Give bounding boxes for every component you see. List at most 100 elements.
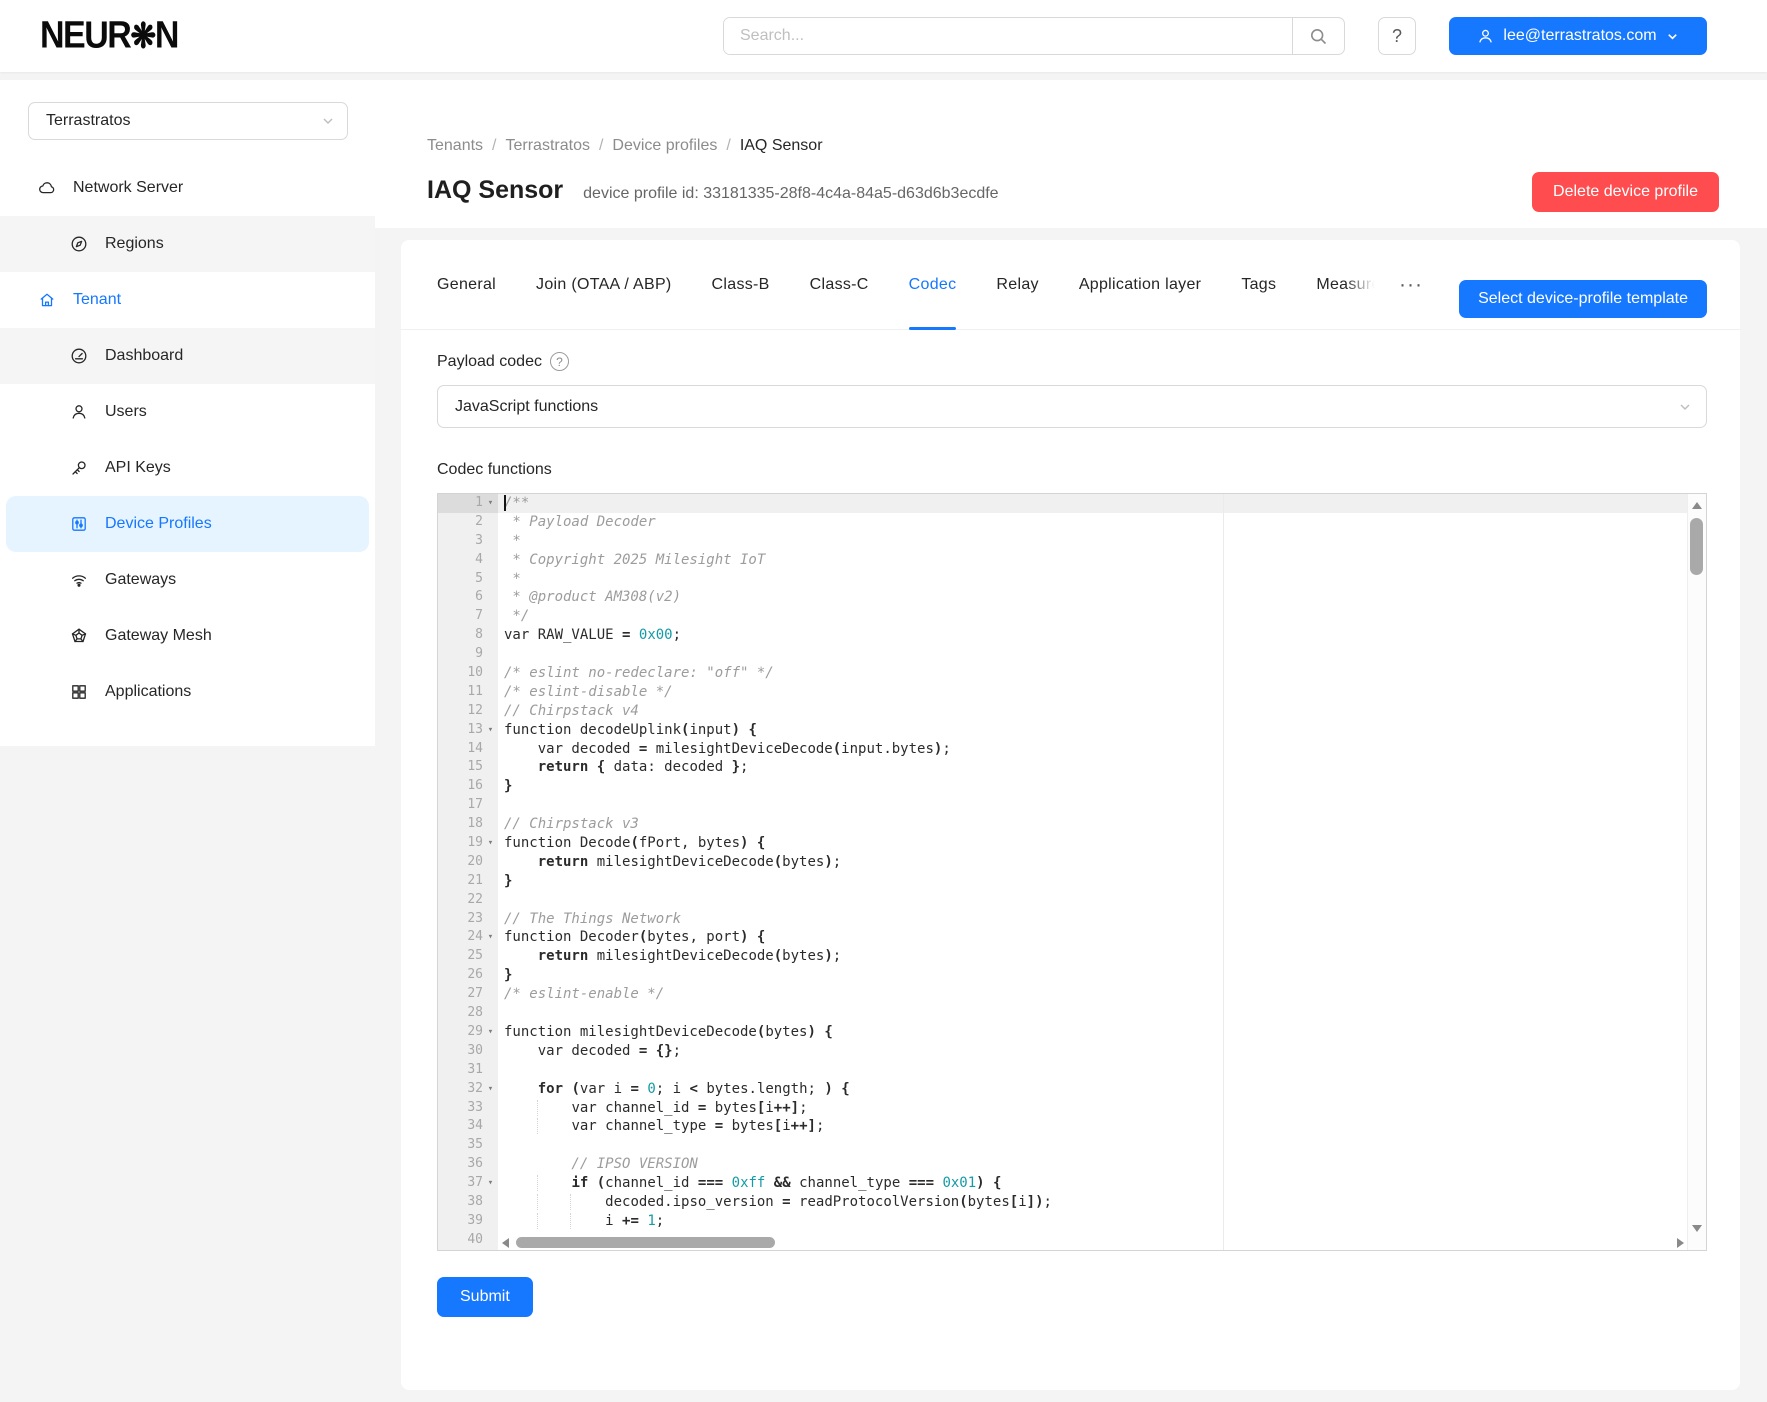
vertical-scrollbar[interactable]: [1687, 494, 1706, 1250]
sidebar-item-network-server[interactable]: Network Server: [0, 160, 375, 216]
fold-toggle-icon[interactable]: ▾: [483, 1023, 498, 1042]
tab-measurements[interactable]: Measurements: [1316, 240, 1385, 330]
tab-join-otaa-abp[interactable]: Join (OTAA / ABP): [536, 240, 672, 330]
sidebar-item-applications[interactable]: Applications: [0, 664, 375, 720]
fold-toggle-icon[interactable]: ▾: [483, 834, 498, 853]
code-line[interactable]: // The Things Network: [498, 910, 1706, 929]
code-line[interactable]: decoded.ipso_version = readProtocolVersi…: [498, 1193, 1706, 1212]
code-line[interactable]: * Payload Decoder: [498, 513, 1706, 532]
delete-device-profile-button[interactable]: Delete device profile: [1532, 172, 1719, 212]
code-line[interactable]: [498, 891, 1706, 910]
sidebar-item-tenant[interactable]: Tenant: [0, 272, 375, 328]
question-circle-icon[interactable]: ?: [550, 352, 569, 371]
breadcrumb-item-tenants[interactable]: Tenants: [427, 137, 483, 154]
code-line[interactable]: [498, 645, 1706, 664]
code-line[interactable]: for (var i = 0; i < bytes.length; ) {: [498, 1080, 1706, 1099]
scroll-left-arrow[interactable]: [502, 1238, 509, 1248]
sidebar-item-users[interactable]: Users: [0, 384, 375, 440]
code-line[interactable]: var RAW_VALUE = 0x00;: [498, 626, 1706, 645]
code-line[interactable]: * @product AM308(v2): [498, 588, 1706, 607]
v-scrollbar-thumb[interactable]: [1690, 518, 1703, 575]
code-line[interactable]: /**: [498, 494, 1706, 513]
scroll-right-arrow[interactable]: [1677, 1238, 1684, 1248]
app-root: { "header": { "logo_pre": "NEUR", "logo_…: [0, 0, 1767, 1402]
breadcrumb-item-terrastratos[interactable]: Terrastratos: [506, 137, 590, 154]
search-input[interactable]: [724, 18, 1292, 54]
code-line[interactable]: */: [498, 607, 1706, 626]
editor-line-12: 12// Chirpstack v4: [438, 702, 1706, 721]
code-line[interactable]: if (channel_id === 0xff && channel_type …: [498, 1174, 1706, 1193]
code-line[interactable]: function Decode(fPort, bytes) {: [498, 834, 1706, 853]
code-line[interactable]: return milesightDeviceDecode(bytes);: [498, 853, 1706, 872]
payload-codec-select[interactable]: JavaScript functions: [437, 385, 1707, 428]
gutter-line-number: 34: [438, 1117, 498, 1136]
editor-line-15: 15 return { data: decoded };: [438, 758, 1706, 777]
sidebar-item-device-profiles[interactable]: Device Profiles: [6, 496, 369, 552]
breadcrumb-item-device-profiles[interactable]: Device profiles: [612, 137, 717, 154]
tab-general[interactable]: General: [437, 240, 496, 330]
fold-toggle-icon[interactable]: ▾: [483, 494, 498, 513]
code-editor[interactable]: 1▾/**2 * Payload Decoder3 *4 * Copyright…: [437, 493, 1707, 1251]
scroll-up-arrow[interactable]: [1692, 502, 1702, 509]
code-line[interactable]: /* eslint no-redeclare: "off" */: [498, 664, 1706, 683]
home-icon: [38, 291, 56, 309]
code-line[interactable]: var channel_type = bytes[i++];: [498, 1117, 1706, 1136]
sidebar-item-dashboard[interactable]: Dashboard: [0, 328, 375, 384]
submit-button[interactable]: Submit: [437, 1277, 533, 1317]
code-line[interactable]: /* eslint-disable */: [498, 683, 1706, 702]
tab-relay[interactable]: Relay: [996, 240, 1038, 330]
code-line[interactable]: function Decoder(bytes, port) {: [498, 928, 1706, 947]
code-line[interactable]: [498, 1061, 1706, 1080]
fold-toggle-icon[interactable]: ▾: [483, 721, 498, 740]
code-line[interactable]: i += 1;: [498, 1212, 1706, 1231]
gutter-line-number: 15: [438, 758, 498, 777]
code-line[interactable]: [498, 1136, 1706, 1155]
code-line[interactable]: function milesightDeviceDecode(bytes) {: [498, 1023, 1706, 1042]
editor-line-27: 27/* eslint-enable */: [438, 985, 1706, 1004]
code-line[interactable]: }: [498, 966, 1706, 985]
scroll-down-arrow[interactable]: [1692, 1225, 1702, 1232]
code-line[interactable]: var decoded = {};: [498, 1042, 1706, 1061]
code-line[interactable]: function decodeUplink(input) {: [498, 721, 1706, 740]
code-line[interactable]: }: [498, 872, 1706, 891]
sidebar-item-gateway-mesh[interactable]: Gateway Mesh: [0, 608, 375, 664]
code-line[interactable]: // Chirpstack v4: [498, 702, 1706, 721]
gutter-line-number: 18: [438, 815, 498, 834]
sidebar-item-api-keys[interactable]: API Keys: [0, 440, 375, 496]
editor-line-38: 38 decoded.ipso_version = readProtocolVe…: [438, 1193, 1706, 1212]
code-line[interactable]: * Copyright 2025 Milesight IoT: [498, 551, 1706, 570]
help-button[interactable]: ?: [1378, 17, 1416, 55]
search-button[interactable]: [1292, 18, 1344, 54]
user-menu-button[interactable]: lee@terrastratos.com: [1449, 17, 1707, 55]
code-line[interactable]: return { data: decoded };: [498, 758, 1706, 777]
code-line[interactable]: *: [498, 570, 1706, 589]
code-line[interactable]: *: [498, 532, 1706, 551]
code-line[interactable]: }: [498, 777, 1706, 796]
code-line[interactable]: // IPSO VERSION: [498, 1155, 1706, 1174]
sidebar-item-regions[interactable]: Regions: [0, 216, 375, 272]
fold-toggle-icon[interactable]: ▾: [483, 1080, 498, 1099]
fold-toggle-icon[interactable]: ▾: [483, 928, 498, 947]
gutter-line-number: 23: [438, 910, 498, 929]
more-tabs-button[interactable]: ···: [1393, 240, 1429, 330]
h-scrollbar-thumb[interactable]: [516, 1237, 775, 1248]
horizontal-scrollbar[interactable]: [486, 1236, 1686, 1249]
code-line[interactable]: /* eslint-enable */: [498, 985, 1706, 1004]
code-line[interactable]: // Chirpstack v3: [498, 815, 1706, 834]
code-line[interactable]: var decoded = milesightDeviceDecode(inpu…: [498, 740, 1706, 759]
code-line[interactable]: var channel_id = bytes[i++];: [498, 1099, 1706, 1118]
gutter-line-number: 2: [438, 513, 498, 532]
sidebar-item-gateways[interactable]: Gateways: [0, 552, 375, 608]
editor-line-37: 37▾ if (channel_id === 0xff && channel_t…: [438, 1174, 1706, 1193]
tab-class-b[interactable]: Class-B: [712, 240, 770, 330]
tab-application-layer[interactable]: Application layer: [1079, 240, 1202, 330]
code-line[interactable]: [498, 1004, 1706, 1023]
code-line[interactable]: return milesightDeviceDecode(bytes);: [498, 947, 1706, 966]
tab-codec[interactable]: Codec: [909, 240, 957, 330]
tab-tags[interactable]: Tags: [1241, 240, 1276, 330]
code-line[interactable]: [498, 796, 1706, 815]
select-template-button[interactable]: Select device-profile template: [1459, 280, 1707, 318]
fold-toggle-icon[interactable]: ▾: [483, 1174, 498, 1193]
tab-class-c[interactable]: Class-C: [810, 240, 869, 330]
tenant-select[interactable]: Terrastratos: [28, 102, 348, 140]
